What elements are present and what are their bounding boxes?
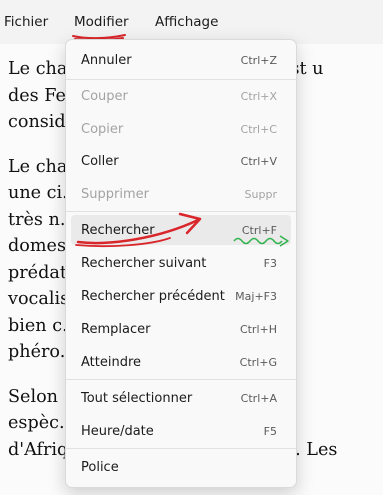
separator — [66, 79, 296, 80]
shortcut-label: F5 — [263, 424, 277, 438]
menu-item-label: Couper — [81, 88, 128, 104]
shortcut-label: Ctrl+Z — [240, 53, 277, 67]
menu-item-label: Supprimer — [81, 186, 149, 202]
menu-item-supprimer[interactable]: Supprimer Suppr — [71, 179, 291, 209]
menu-modifier[interactable]: Modifier — [74, 14, 129, 30]
menu-item-label: Tout sélectionner — [81, 390, 193, 406]
menu-item-label: Rechercher — [81, 222, 155, 238]
menu-item-tout-selectionner[interactable]: Tout sélectionner Ctrl+A — [71, 383, 291, 413]
shortcut-label: Ctrl+A — [240, 391, 277, 405]
menu-item-heure-date[interactable]: Heure/date F5 — [71, 416, 291, 446]
menu-item-label: Rechercher précédent — [81, 288, 225, 304]
menu-item-label: Copier — [81, 121, 124, 137]
edit-menu-dropdown: Annuler Ctrl+Z Couper Ctrl+X Copier Ctrl… — [65, 39, 297, 488]
menu-item-rechercher[interactable]: Rechercher Ctrl+F — [71, 215, 291, 245]
shortcut-label: Maj+F3 — [235, 289, 277, 303]
menu-item-rechercher-suivant[interactable]: Rechercher suivant F3 — [71, 248, 291, 278]
menu-fichier[interactable]: Fichier — [4, 14, 48, 30]
menu-item-annuler[interactable]: Annuler Ctrl+Z — [71, 45, 291, 75]
menu-item-label: Coller — [81, 153, 119, 169]
menu-item-atteindre[interactable]: Atteindre Ctrl+G — [71, 347, 291, 377]
menu-item-coller[interactable]: Coller Ctrl+V — [71, 146, 291, 176]
menu-item-copier[interactable]: Copier Ctrl+C — [71, 114, 291, 144]
menu-item-label: Atteindre — [81, 354, 142, 370]
shortcut-label: Ctrl+G — [239, 355, 277, 369]
shortcut-label: Ctrl+C — [240, 122, 277, 136]
menu-item-label: Rechercher suivant — [81, 255, 207, 271]
menu-item-couper[interactable]: Couper Ctrl+X — [71, 81, 291, 111]
menu-item-label: Heure/date — [81, 423, 154, 439]
menu-item-label: Annuler — [81, 52, 132, 68]
menu-item-police[interactable]: Police — [71, 452, 291, 482]
menu-item-label: Remplacer — [81, 321, 151, 337]
menu-affichage[interactable]: Affichage — [155, 14, 218, 30]
shortcut-label: Ctrl+V — [240, 154, 277, 168]
shortcut-label: Ctrl+F — [241, 223, 277, 237]
menu-item-remplacer[interactable]: Remplacer Ctrl+H — [71, 314, 291, 344]
menu-bar: Fichier Modifier Affichage — [0, 0, 383, 44]
shortcut-label: Suppr — [244, 187, 277, 201]
menu-item-rechercher-precedent[interactable]: Rechercher précédent Maj+F3 — [71, 281, 291, 311]
separator — [66, 379, 296, 380]
shortcut-label: Ctrl+X — [240, 89, 277, 103]
shortcut-label: Ctrl+H — [239, 322, 277, 336]
separator — [66, 448, 296, 449]
menu-item-label: Police — [81, 459, 119, 475]
separator — [66, 211, 296, 212]
shortcut-label: F3 — [263, 256, 277, 270]
